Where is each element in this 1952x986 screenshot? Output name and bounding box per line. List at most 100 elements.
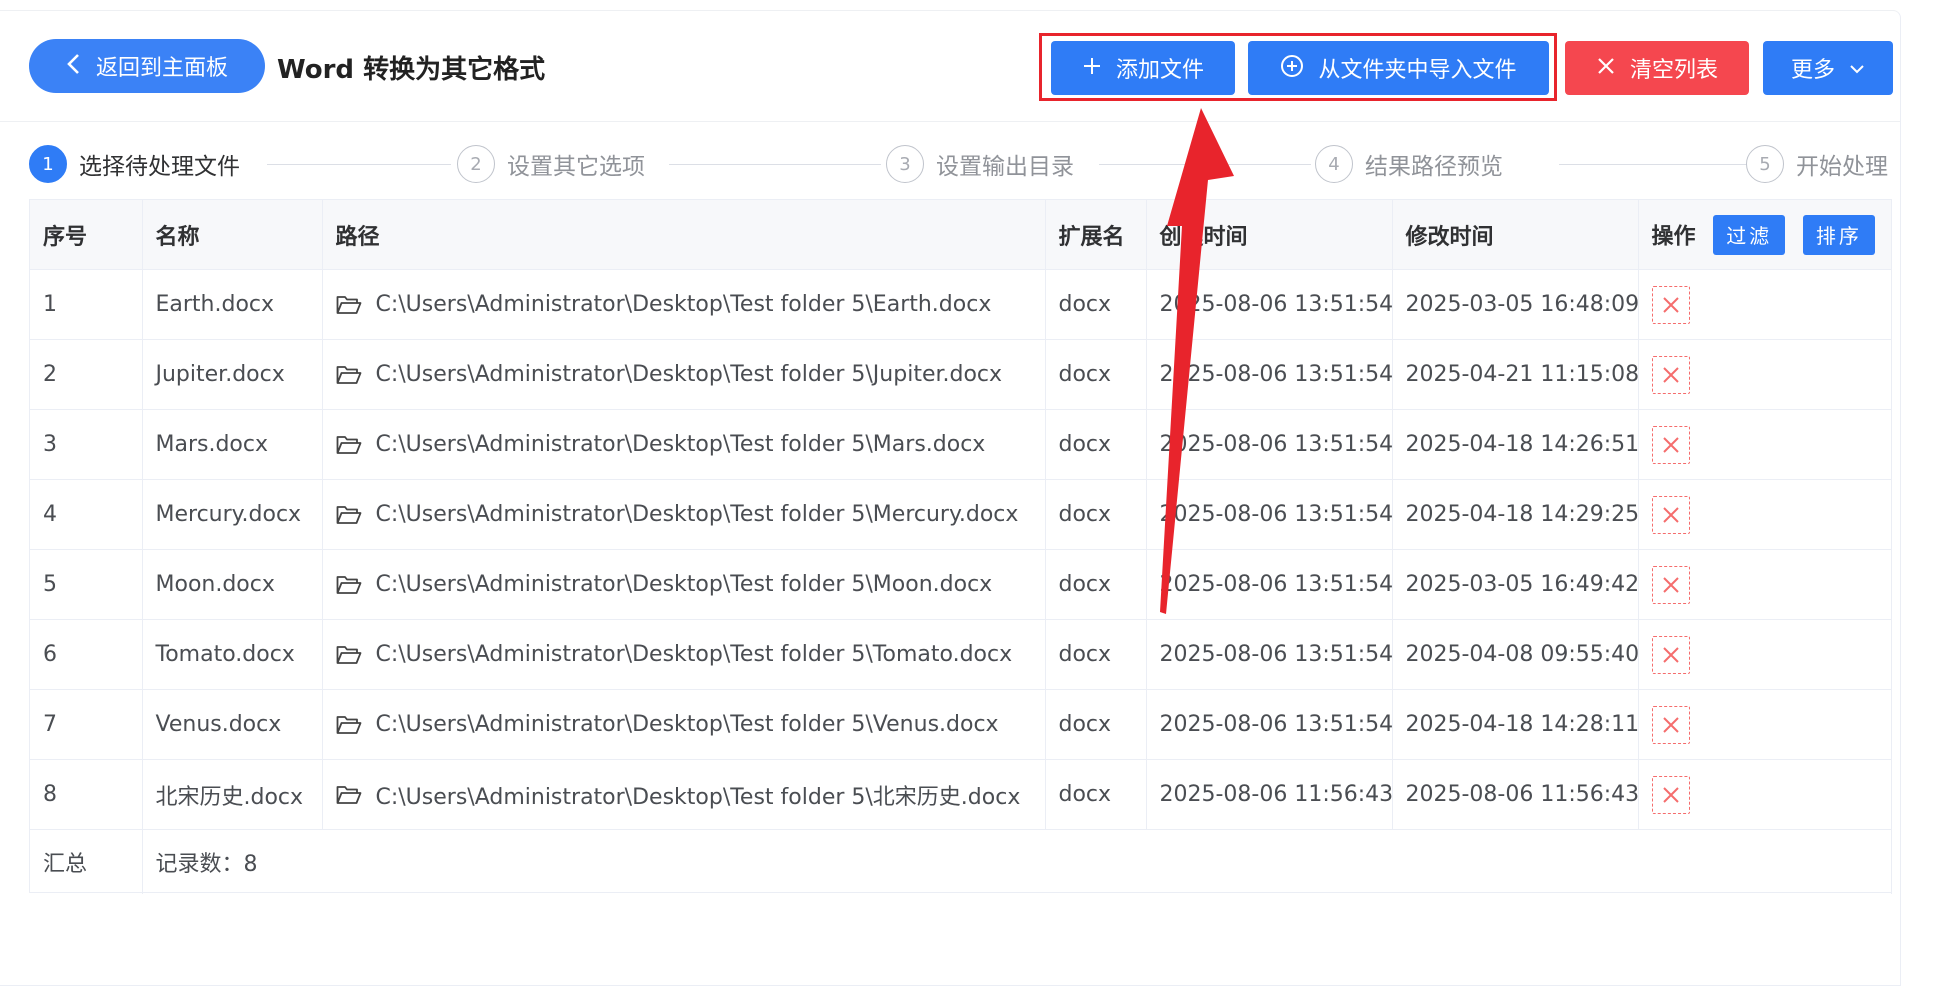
step-label: 设置输出目录 [936,154,1074,180]
close-icon [1661,295,1681,315]
row-created: 2025-08-06 13:51:54 [1146,409,1393,480]
row-path: C:\Users\Administrator\Desktop\Test fold… [375,642,1013,667]
more-label: 更多 [1790,58,1835,83]
delete-row-button[interactable] [1651,775,1690,814]
col-name-header: 名称 [142,200,323,270]
step-2: 2 设置其它选项 [457,145,645,183]
row-action-cell [1638,339,1892,410]
folder-open-icon[interactable] [336,505,362,525]
row-path-cell: C:\Users\Administrator\Desktop\Test fold… [322,269,1046,340]
filter-button[interactable]: 过滤 [1713,214,1786,255]
folder-open-icon[interactable] [336,575,362,595]
close-icon [1661,715,1681,735]
delete-row-button[interactable] [1651,355,1690,394]
row-path: C:\Users\Administrator\Desktop\Test fold… [375,712,999,737]
folder-open-icon[interactable] [336,365,362,385]
row-ext: docx [1045,759,1147,830]
table-row[interactable]: 6 Tomato.docx C:\Users\Administrator\Deskt… [30,619,1892,690]
table-row[interactable]: 5 Moon.docx C:\Users\Administrator\Desktop… [30,549,1892,620]
step-label: 选择待处理文件 [79,154,240,180]
row-modified: 2025-04-18 14:29:25 [1392,479,1639,550]
row-modified: 2025-04-21 11:15:08 [1392,339,1639,410]
step-3: 3 设置输出目录 [886,145,1074,183]
step-4: 4 结果路径预览 [1315,145,1503,183]
table-row[interactable]: 2 Jupiter.docx C:\Users\Administrator\Desk… [30,339,1892,410]
row-index: 7 [30,689,143,760]
close-icon [1661,645,1681,665]
folder-open-icon[interactable] [336,785,362,805]
delete-row-button[interactable] [1651,425,1690,464]
row-created: 2025-08-06 13:51:54 [1146,689,1393,760]
row-name: Tomato.docx [142,619,323,690]
folder-open-icon[interactable] [336,295,362,315]
row-name: Moon.docx [142,549,323,620]
row-modified: 2025-04-18 14:26:51 [1392,409,1639,480]
row-name: 北宋历史.docx [142,759,323,830]
table-row[interactable]: 3 Mars.docx C:\Users\Administrator\Desktop… [30,409,1892,480]
step-number: 2 [457,145,495,183]
row-index: 4 [30,479,143,550]
row-path: C:\Users\Administrator\Desktop\Test fold… [375,362,1003,387]
row-path-cell: C:\Users\Administrator\Desktop\Test fold… [322,409,1046,480]
clear-list-button[interactable]: 清空列表 [1565,41,1749,95]
step-connector [267,164,451,165]
row-modified: 2025-08-06 11:56:43 [1392,759,1639,830]
back-button-label: 返回到主面板 [95,56,228,81]
row-ext: docx [1045,339,1147,410]
row-modified: 2025-03-05 16:49:42 [1392,549,1639,620]
step-number: 1 [29,145,67,183]
back-to-main-button[interactable]: 返回到主面板 [29,39,265,93]
col-ext-header: 扩展名 [1045,200,1147,270]
sort-button[interactable]: 排序 [1802,214,1875,255]
row-modified: 2025-03-05 16:48:09 [1392,269,1639,340]
step-5: 5 开始处理 [1746,145,1888,183]
step-label: 结果路径预览 [1365,154,1503,180]
row-action-cell [1638,759,1892,830]
row-created: 2025-08-06 13:51:54 [1146,549,1393,620]
delete-row-button[interactable] [1651,565,1690,604]
row-created: 2025-08-06 13:51:54 [1146,619,1393,690]
header-toolbar: 返回到主面板 Word 转换为其它格式 添加文件 从文件夹中导入文件 清空列表 … [0,11,1900,122]
steps-bar: 1 选择待处理文件 2 设置其它选项 3 设置输出目录 4 结果路径预览 5 开… [29,131,1895,195]
row-path-cell: C:\Users\Administrator\Desktop\Test fold… [322,689,1046,760]
table-header-row: 序号 名称 路径 扩展名 创建时间 修改时间 操作 过滤 排序 [30,200,1892,270]
table-row[interactable]: 7 Venus.docx C:\Users\Administrator\Deskto… [30,689,1892,760]
folder-open-icon[interactable] [336,645,362,665]
page-title: Word 转换为其它格式 [277,55,546,85]
row-name: Jupiter.docx [142,339,323,410]
row-path-cell: C:\Users\Administrator\Desktop\Test fold… [322,549,1046,620]
chevron-down-icon [1849,56,1865,81]
row-action-cell [1638,689,1892,760]
row-path-cell: C:\Users\Administrator\Desktop\Test fold… [322,479,1046,550]
highlight-box [1039,33,1557,101]
delete-row-button[interactable] [1651,495,1690,534]
row-ext: docx [1045,549,1147,620]
step-connector [669,164,881,165]
table-row[interactable]: 4 Mercury.docx C:\Users\Administrator\Desk… [30,479,1892,550]
row-ext: docx [1045,269,1147,340]
more-dropdown-button[interactable]: 更多 [1763,41,1893,95]
step-number: 4 [1315,145,1353,183]
row-created: 2025-08-06 11:56:43 [1146,759,1393,830]
row-index: 8 [30,759,143,830]
row-name: Mercury.docx [142,479,323,550]
row-index: 1 [30,269,143,340]
table-row[interactable]: 1 Earth.docx C:\Users\Administrator\Deskto… [30,269,1892,340]
col-index-header: 序号 [30,200,143,270]
summary-row: 汇总 记录数：8 [30,829,1892,894]
row-path-cell: C:\Users\Administrator\Desktop\Test fold… [322,339,1046,410]
folder-open-icon[interactable] [336,435,362,455]
row-created: 2025-08-06 13:51:54 [1146,479,1393,550]
row-modified: 2025-04-08 09:55:40 [1392,619,1639,690]
clear-list-label: 清空列表 [1629,58,1718,83]
folder-open-icon[interactable] [336,715,362,735]
col-modified-header: 修改时间 [1392,200,1639,270]
table-row[interactable]: 8 北宋历史.docx C:\Users\Administrator\Desktop… [30,759,1892,830]
row-path: C:\Users\Administrator\Desktop\Test fold… [375,432,986,457]
file-table: 序号 名称 路径 扩展名 创建时间 修改时间 操作 过滤 排序 1 Earth.d… [29,199,1892,894]
delete-row-button[interactable] [1651,285,1690,324]
delete-row-button[interactable] [1651,705,1690,744]
delete-row-button[interactable] [1651,635,1690,674]
row-ext: docx [1045,619,1147,690]
close-icon [1661,785,1681,805]
